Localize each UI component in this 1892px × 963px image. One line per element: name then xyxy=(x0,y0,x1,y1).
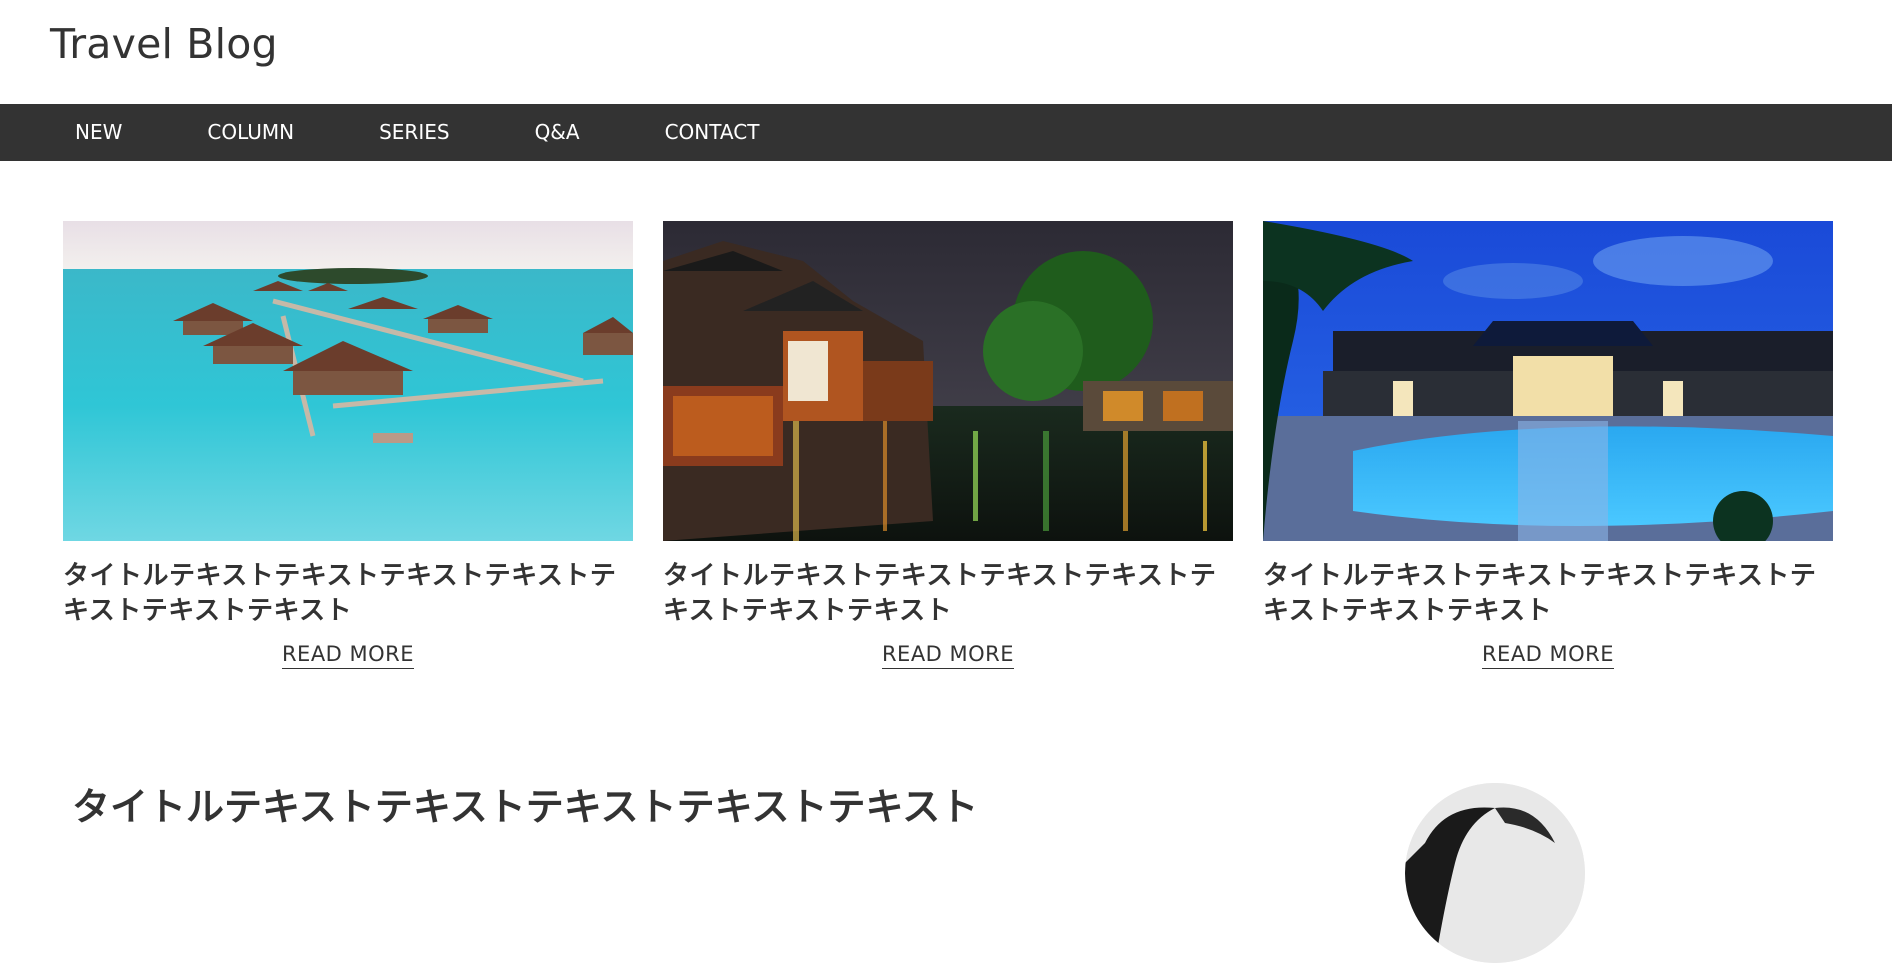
nav-item-series[interactable]: SERIES xyxy=(354,104,474,161)
site-title[interactable]: Travel Blog xyxy=(50,20,1892,68)
feature-title[interactable]: タイトルテキストテキストテキストテキストテキスト xyxy=(72,776,978,831)
card-title[interactable]: タイトルテキストテキストテキストテキストテキストテキストテキスト xyxy=(663,559,1233,629)
main-nav: NEW COLUMN SERIES Q&A CONTACT xyxy=(0,104,1892,161)
article-card: タイトルテキストテキストテキストテキストテキストテキストテキスト READ MO… xyxy=(1263,221,1833,669)
read-more-link[interactable]: READ MORE xyxy=(1481,642,1615,669)
nav-item-qa[interactable]: Q&A xyxy=(510,104,605,161)
read-more-link[interactable]: READ MORE xyxy=(881,642,1015,669)
read-more-link[interactable]: READ MORE xyxy=(281,642,415,669)
resort-pool-night-image[interactable] xyxy=(1263,221,1833,541)
nav-item-new[interactable]: NEW xyxy=(50,104,147,161)
card-title[interactable]: タイトルテキストテキストテキストテキストテキストテキストテキスト xyxy=(63,559,633,629)
site-header: Travel Blog xyxy=(0,0,1892,104)
card-title[interactable]: タイトルテキストテキストテキストテキストテキストテキストテキスト xyxy=(1263,559,1833,629)
article-card: タイトルテキストテキストテキストテキストテキストテキストテキスト READ MO… xyxy=(663,221,1233,669)
nav-item-column[interactable]: COLUMN xyxy=(182,104,319,161)
water-town-night-image[interactable] xyxy=(663,221,1233,541)
article-cards: タイトルテキストテキストテキストテキストテキストテキストテキスト READ MO… xyxy=(63,221,1835,669)
article-card: タイトルテキストテキストテキストテキストテキストテキストテキスト READ MO… xyxy=(63,221,633,669)
nav-item-contact[interactable]: CONTACT xyxy=(640,104,785,161)
profile-avatar xyxy=(1405,783,1585,963)
overwater-bungalows-image[interactable] xyxy=(63,221,633,541)
